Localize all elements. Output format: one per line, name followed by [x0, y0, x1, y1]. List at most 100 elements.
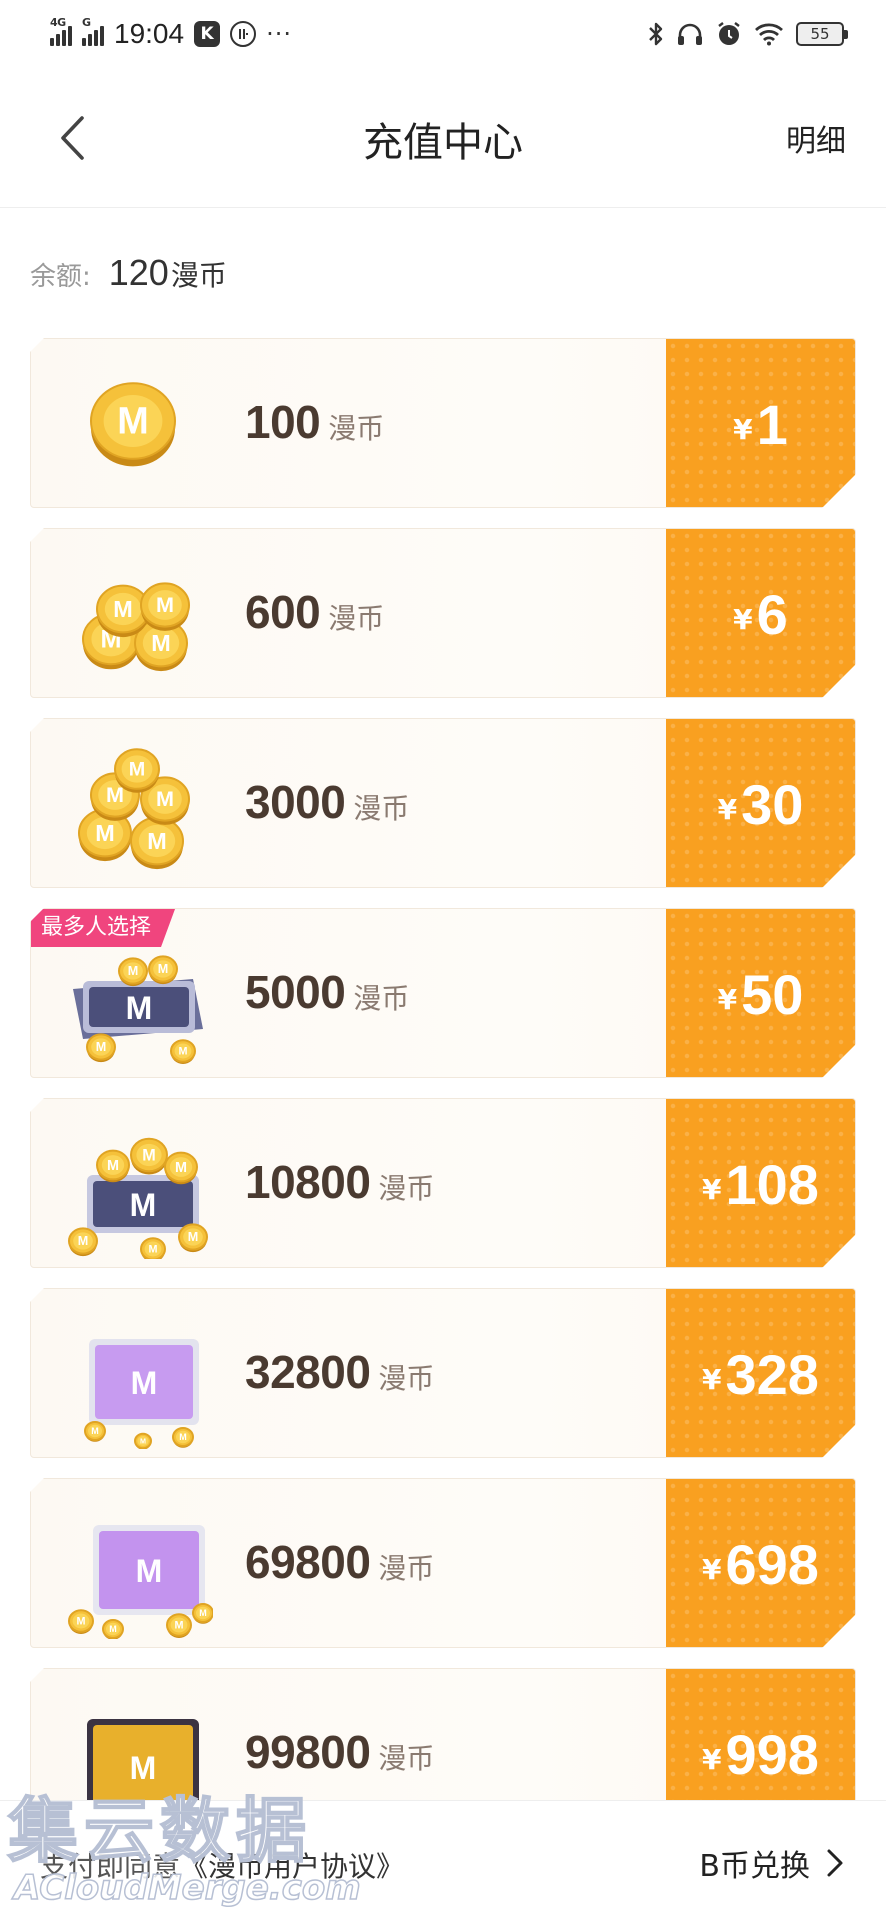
- package-amount-unit: 漫币: [328, 602, 385, 635]
- single-coin-icon: M: [53, 349, 213, 499]
- package-amount: 5000 漫币: [245, 965, 409, 1019]
- svg-text:M: M: [149, 1244, 158, 1256]
- alarm-icon: [718, 22, 740, 45]
- package-amount: 100 漫币: [245, 395, 384, 449]
- price-currency: ¥: [733, 412, 753, 446]
- price-currency: ¥: [702, 1172, 722, 1206]
- notification-circle-icon: [230, 21, 257, 47]
- bcoin-exchange-button[interactable]: B币兑换: [699, 1841, 846, 1885]
- svg-text:M: M: [188, 1230, 199, 1244]
- package-amount-value: 600: [245, 586, 321, 638]
- price-value: 50: [741, 962, 804, 1026]
- svg-text:M: M: [136, 1553, 163, 1589]
- package-price-button[interactable]: ¥6: [666, 529, 855, 698]
- package-amount-unit: 漫币: [328, 412, 385, 445]
- bottom-bar: 支付即同意《漫币用户协议》 B币兑换: [0, 1800, 886, 1920]
- package-amount-value: 3000: [245, 776, 346, 828]
- svg-text:M: M: [142, 1146, 155, 1164]
- price-value: 1: [756, 392, 788, 456]
- package-price-button[interactable]: ¥50: [666, 909, 855, 1078]
- signal-icon-1: 4G: [50, 16, 72, 46]
- package-card[interactable]: M M M M 600 漫币 ¥6: [30, 528, 856, 698]
- notification-app-icon: K: [194, 21, 221, 47]
- purple-box-icon: M M M M: [53, 1299, 213, 1449]
- package-price-button[interactable]: ¥328: [666, 1289, 855, 1458]
- package-amount: 32800 漫币: [245, 1345, 434, 1399]
- svg-text:M: M: [151, 630, 171, 656]
- package-card[interactable]: M M M M M 69800 漫币 ¥698: [30, 1478, 856, 1648]
- package-price-button[interactable]: ¥1: [666, 339, 855, 508]
- recharge-center-screen: 4G G 19:04 K ··· 55 充值中心 明细 余额: 120 漫币 M…: [0, 0, 886, 1920]
- package-amount-value: 32800: [245, 1346, 371, 1398]
- agreement-link[interactable]: 《漫币用户协议》: [180, 1850, 404, 1883]
- purple-box-large-icon: M M M M M: [53, 1489, 213, 1639]
- network-type-1: 4G: [50, 16, 66, 29]
- package-card[interactable]: M M M M M 3000 漫币 ¥30: [30, 718, 856, 888]
- detail-link[interactable]: 明细: [786, 116, 846, 160]
- chevron-right-icon: [827, 1849, 843, 1877]
- bcoin-exchange-label: B币兑换: [699, 1849, 810, 1884]
- package-amount: 10800 漫币: [245, 1155, 434, 1209]
- package-amount-unit: 漫币: [378, 1552, 435, 1585]
- balance-row: 余额: 120 漫币: [30, 252, 227, 294]
- package-amount-value: 99800: [245, 1726, 371, 1778]
- page-title: 充值中心: [363, 120, 523, 166]
- package-amount-unit: 漫币: [378, 1742, 435, 1775]
- svg-text:M: M: [179, 1432, 187, 1442]
- agreement-text: 支付即同意《漫币用户协议》: [40, 1845, 404, 1885]
- svg-text:M: M: [96, 1040, 107, 1054]
- balance-value: 120: [108, 252, 169, 293]
- svg-text:M: M: [117, 401, 149, 443]
- popular-tag: 最多人选择: [31, 909, 175, 947]
- svg-text:M: M: [175, 1620, 184, 1632]
- price-currency: ¥: [717, 792, 738, 826]
- price-value: 698: [725, 1532, 819, 1596]
- package-amount-unit: 漫币: [353, 792, 410, 825]
- svg-text:M: M: [129, 759, 145, 781]
- price-currency: ¥: [717, 982, 738, 1016]
- status-bar-right: 55: [648, 18, 848, 50]
- status-bar: 4G G 19:04 K ··· 55: [0, 0, 886, 70]
- svg-text:M: M: [156, 786, 174, 811]
- price-currency: ¥: [702, 1362, 722, 1396]
- svg-text:M: M: [91, 1426, 99, 1436]
- package-amount: 600 漫币: [245, 585, 384, 639]
- package-card[interactable]: M M M M 32800 漫币 ¥328: [30, 1288, 856, 1458]
- svg-text:M: M: [78, 1234, 89, 1248]
- svg-text:M: M: [109, 1624, 117, 1634]
- package-amount-value: 10800: [245, 1156, 371, 1208]
- agreement-prefix: 支付即同意: [40, 1850, 181, 1883]
- price-currency: ¥: [733, 602, 753, 636]
- svg-text:M: M: [140, 1436, 146, 1445]
- package-amount-value: 69800: [245, 1536, 371, 1588]
- coin-stack-icon: M MM MM: [53, 729, 213, 879]
- package-amount-value: 100: [245, 396, 321, 448]
- package-card[interactable]: 最多人选择 M M M M M 5000 漫币 ¥50: [30, 908, 856, 1078]
- package-price-button[interactable]: ¥698: [666, 1479, 855, 1648]
- package-price-button[interactable]: ¥108: [666, 1099, 855, 1268]
- battery-icon: 55: [796, 22, 848, 46]
- bluetooth-icon: [649, 22, 663, 46]
- balance-unit: 漫币: [170, 259, 227, 292]
- price-currency: ¥: [702, 1552, 722, 1586]
- package-amount: 69800 漫币: [245, 1535, 434, 1589]
- package-amount: 99800 漫币: [245, 1725, 434, 1779]
- svg-text:M: M: [175, 1160, 187, 1176]
- wifi-icon: [755, 23, 783, 46]
- svg-text:M: M: [199, 1608, 207, 1618]
- svg-text:M: M: [130, 1750, 157, 1786]
- svg-text:M: M: [130, 1187, 157, 1223]
- package-price-button[interactable]: ¥30: [666, 719, 855, 888]
- svg-text:M: M: [77, 1616, 86, 1628]
- status-bar-left: 4G G 19:04 K ···: [50, 14, 292, 54]
- more-notifications-icon: ···: [266, 20, 292, 48]
- price-value: 998: [725, 1722, 819, 1786]
- package-amount: 3000 漫币: [245, 775, 409, 829]
- price-currency: ¥: [702, 1742, 722, 1776]
- package-card[interactable]: M M M M M M M 10800 漫币 ¥108: [30, 1098, 856, 1268]
- price-value: 328: [725, 1342, 819, 1406]
- svg-text:M: M: [107, 1158, 119, 1174]
- package-card[interactable]: M 100 漫币 ¥1: [30, 338, 856, 508]
- status-time: 19:04: [114, 18, 185, 49]
- signal-icon-2: G: [82, 16, 104, 46]
